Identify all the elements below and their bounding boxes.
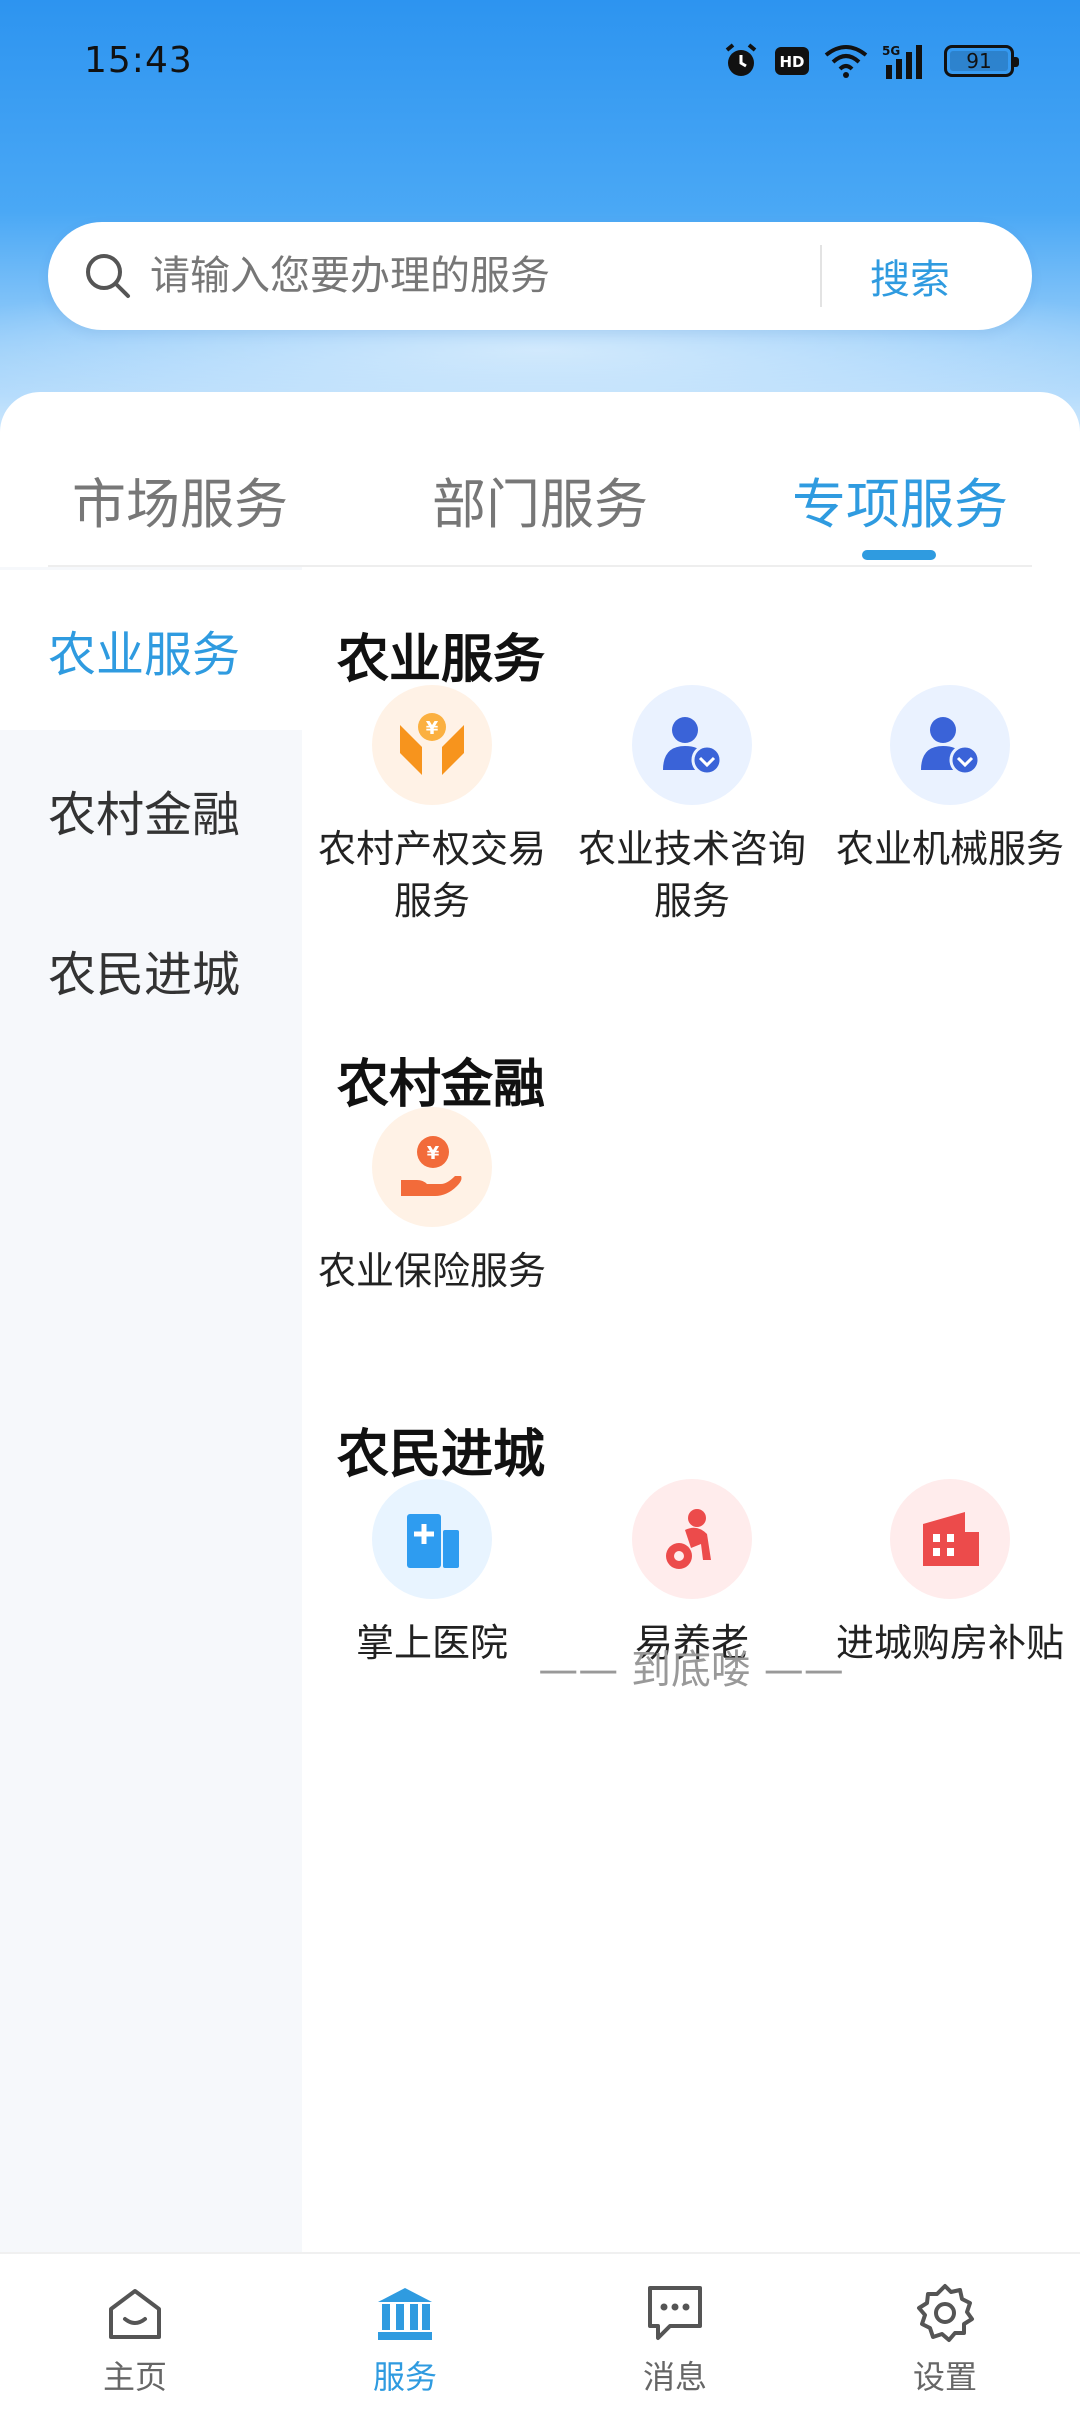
service-agri-machinery[interactable]: 农业机械服务 bbox=[820, 685, 1080, 875]
svg-text:¥: ¥ bbox=[427, 1143, 440, 1164]
nav-label: 服务 bbox=[372, 2358, 437, 2396]
service-label: 农业机械服务 bbox=[835, 827, 1064, 871]
bank-icon bbox=[372, 2280, 438, 2346]
bottom-nav: 主页 服务 消息 设置 bbox=[0, 2252, 1080, 2414]
tab-active-indicator bbox=[862, 550, 936, 560]
nav-label: 设置 bbox=[912, 2358, 977, 2396]
nav-settings[interactable]: 设置 bbox=[810, 2254, 1080, 2414]
nav-label: 消息 bbox=[642, 2358, 707, 2396]
service-content: 农业服务 ¥ 农村产权交易服务 农业技术咨询服务 农业机械服务 农村金融 ¥ 农… bbox=[302, 567, 1080, 2252]
home-icon bbox=[102, 2280, 168, 2346]
section-title-rural-finance: 农村金融 bbox=[337, 1055, 546, 1115]
property-exchange-icon: ¥ bbox=[372, 685, 492, 805]
hospital-icon bbox=[372, 1479, 492, 1599]
svg-text:5G: 5G bbox=[882, 44, 900, 58]
tab-special-services[interactable]: 专项服务 bbox=[792, 460, 1008, 539]
tab-market-services[interactable]: 市场服务 bbox=[72, 460, 288, 539]
svg-text:¥: ¥ bbox=[426, 718, 439, 739]
gear-icon bbox=[912, 2280, 978, 2346]
elderly-care-icon bbox=[632, 1479, 752, 1599]
category-sidebar: 农业服务 农村金融 农民进城 bbox=[0, 567, 302, 2252]
sidebar-item-label: 农村金融 bbox=[48, 787, 241, 843]
search-divider bbox=[820, 245, 822, 307]
message-icon bbox=[642, 2280, 708, 2346]
svg-text:HD: HD bbox=[779, 53, 804, 71]
end-of-list-text: —— 到底喽 —— bbox=[538, 1647, 844, 1693]
section-title-agriculture: 农业服务 bbox=[337, 630, 546, 690]
nav-messages[interactable]: 消息 bbox=[540, 2254, 810, 2414]
building-icon bbox=[890, 1479, 1010, 1599]
tab-bar: 市场服务 部门服务 专项服务 bbox=[0, 392, 1080, 567]
user-consult-icon bbox=[632, 685, 752, 805]
tab-department-services[interactable]: 部门服务 bbox=[432, 460, 648, 539]
status-time: 15:43 bbox=[84, 40, 193, 81]
service-label: 农业技术咨询服务 bbox=[577, 827, 806, 923]
search-icon bbox=[82, 250, 134, 302]
battery-icon: 91 bbox=[944, 45, 1019, 77]
user-machinery-icon bbox=[890, 685, 1010, 805]
service-agri-tech-consulting[interactable]: 农业技术咨询服务 bbox=[562, 685, 822, 927]
sidebar-item-farmers-to-city[interactable]: 农民进城 bbox=[0, 890, 302, 1050]
service-agri-insurance[interactable]: ¥ 农业保险服务 bbox=[302, 1107, 562, 1297]
sidebar-item-agriculture[interactable]: 农业服务 bbox=[0, 570, 302, 730]
nav-home[interactable]: 主页 bbox=[0, 2254, 270, 2414]
insurance-coin-hand-icon: ¥ bbox=[372, 1107, 492, 1227]
service-card: 市场服务 部门服务 专项服务 农业服务 农村金融 农民进城 农业服务 ¥ 农村产… bbox=[0, 392, 1080, 2252]
search-button[interactable]: 搜索 bbox=[870, 247, 950, 305]
service-label: 农业保险服务 bbox=[317, 1249, 546, 1293]
section-title-farmers-to-city: 农民进城 bbox=[337, 1425, 546, 1485]
sidebar-item-label: 农民进城 bbox=[48, 947, 241, 1003]
sidebar-item-label: 农业服务 bbox=[48, 627, 241, 683]
status-bar: 15:43 HD 5G 91 bbox=[0, 0, 1080, 130]
nav-label: 主页 bbox=[102, 2358, 167, 2396]
hd-icon: HD bbox=[774, 45, 810, 77]
sidebar-item-rural-finance[interactable]: 农村金融 bbox=[0, 730, 302, 890]
battery-level: 91 bbox=[966, 49, 992, 73]
alarm-icon bbox=[722, 42, 760, 80]
nav-services[interactable]: 服务 bbox=[270, 2254, 540, 2414]
status-icons: HD 5G 91 bbox=[722, 42, 1019, 80]
wifi-icon bbox=[824, 43, 868, 79]
signal-icon: 5G bbox=[882, 43, 930, 79]
search-bar: 搜索 bbox=[48, 222, 1032, 330]
service-label: 农村产权交易服务 bbox=[317, 827, 546, 923]
service-rural-property-exchange[interactable]: ¥ 农村产权交易服务 bbox=[302, 685, 562, 927]
search-input[interactable] bbox=[150, 253, 800, 299]
